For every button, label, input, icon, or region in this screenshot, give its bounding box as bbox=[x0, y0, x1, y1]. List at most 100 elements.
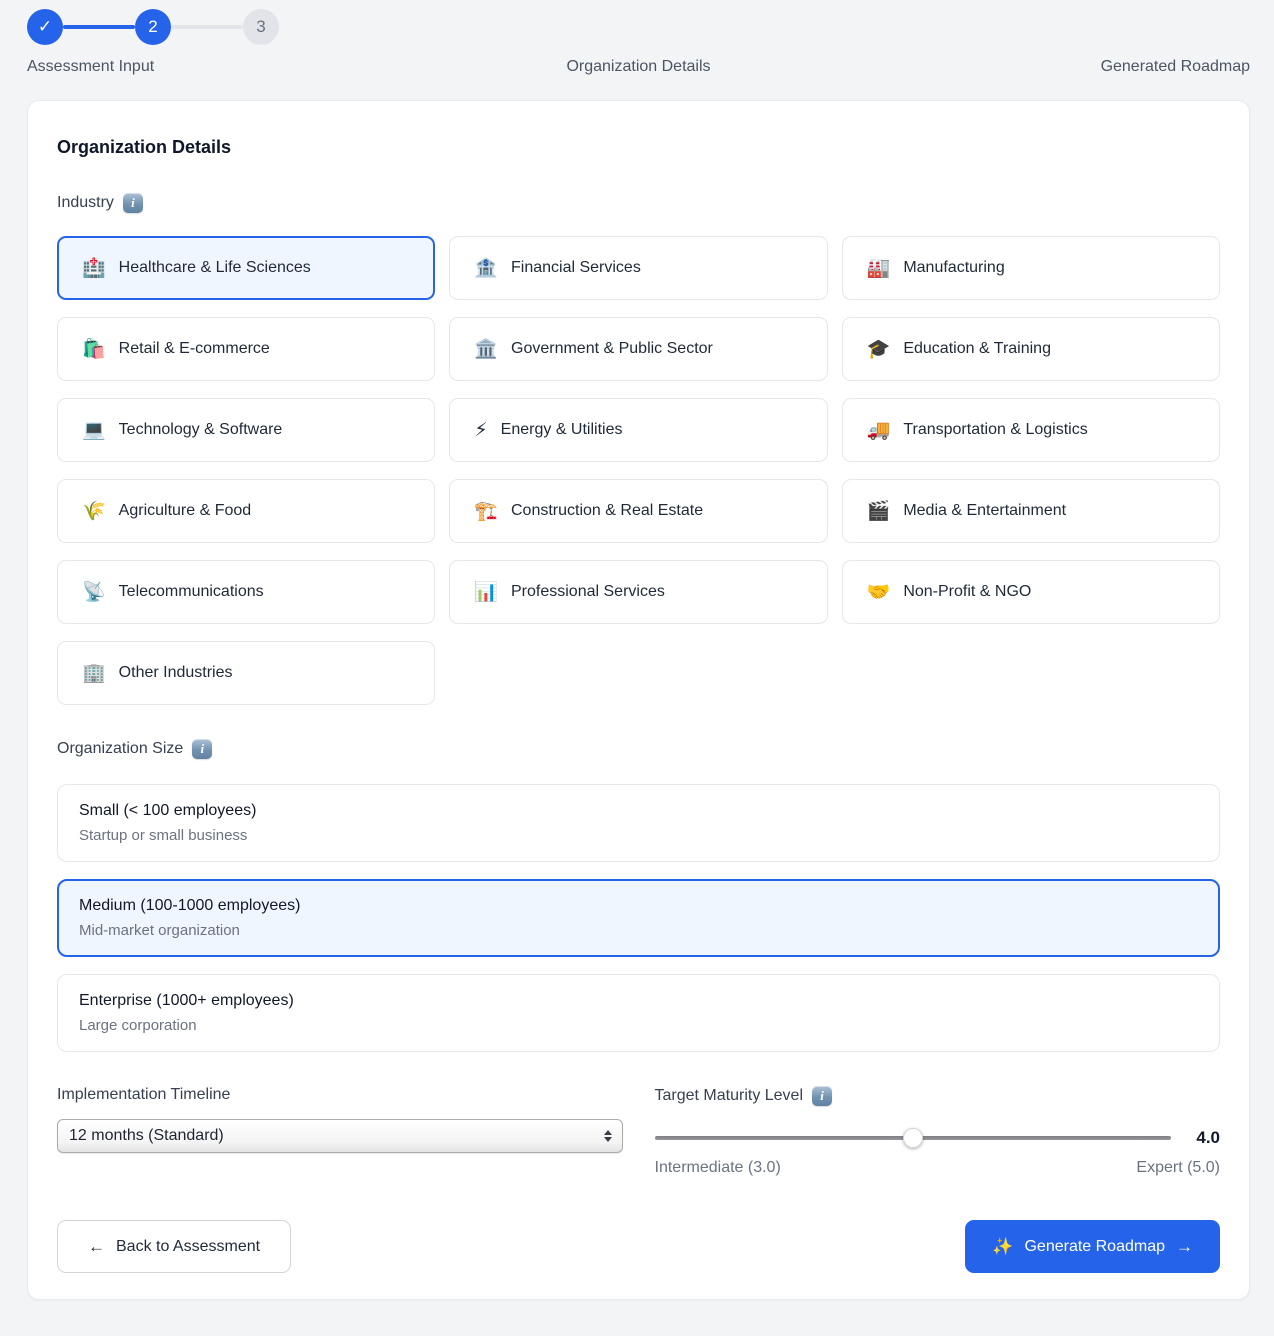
industry-option-label: Technology & Software bbox=[118, 421, 283, 438]
size-option-medium[interactable]: Medium (100-1000 employees) Mid-market o… bbox=[57, 879, 1220, 957]
stepper: ✓ 2 3 bbox=[27, 9, 1250, 45]
industry-option-label: Education & Training bbox=[903, 340, 1051, 357]
industry-option-label: Media & Entertainment bbox=[903, 502, 1067, 519]
step-3-label: Generated Roadmap bbox=[1100, 58, 1250, 75]
lightning-icon: ⚡ bbox=[474, 419, 488, 441]
size-option-subtitle: Large corporation bbox=[79, 1017, 197, 1034]
industry-label-text: Industry bbox=[57, 194, 114, 211]
industry-field-label: Industry i bbox=[57, 193, 1220, 213]
actions-row: ← Back to Assessment ✨ Generate Roadmap … bbox=[57, 1220, 1220, 1273]
industry-option-construction-real-estate[interactable]: 🏗️ Construction & Real Estate bbox=[449, 479, 828, 543]
info-icon[interactable]: i bbox=[122, 193, 143, 213]
size-option-subtitle: Startup or small business bbox=[79, 827, 248, 844]
industry-option-label: Manufacturing bbox=[903, 259, 1005, 276]
industry-option-agriculture-food[interactable]: 🌾 Agriculture & Food bbox=[57, 479, 436, 543]
industry-option-professional-services[interactable]: 📊 Professional Services bbox=[449, 560, 828, 624]
industry-option-retail-ecommerce[interactable]: 🛍️ Retail & E-commerce bbox=[57, 317, 436, 381]
timeline-label-text: Implementation Timeline bbox=[57, 1086, 231, 1103]
maturity-max-label: Expert (5.0) bbox=[1136, 1159, 1220, 1176]
maturity-column: Target Maturity Level i 4.0 Intermediate… bbox=[654, 1086, 1221, 1177]
generate-roadmap-button[interactable]: ✨ Generate Roadmap → bbox=[965, 1220, 1220, 1273]
industry-option-label: Energy & Utilities bbox=[500, 421, 623, 438]
organization-size-list: Small (< 100 employees) Startup or small… bbox=[57, 784, 1220, 1052]
classical-building-icon: 🏛️ bbox=[474, 338, 498, 360]
industry-option-government-public-sector[interactable]: 🏛️ Government & Public Sector bbox=[449, 317, 828, 381]
industry-option-label: Non-Profit & NGO bbox=[903, 583, 1032, 600]
step-2-indicator[interactable]: 2 bbox=[135, 9, 171, 45]
maturity-bounds: Intermediate (3.0) Expert (5.0) bbox=[655, 1159, 1221, 1177]
wheat-icon: 🌾 bbox=[82, 500, 106, 522]
industry-option-technology-software[interactable]: 💻 Technology & Software bbox=[57, 398, 436, 462]
office-building-icon: 🏢 bbox=[82, 662, 106, 684]
size-option-enterprise[interactable]: Enterprise (1000+ employees) Large corpo… bbox=[57, 974, 1220, 1052]
bar-chart-icon: 📊 bbox=[474, 581, 498, 603]
controls-row: Implementation Timeline 12 months (Stand… bbox=[57, 1086, 1220, 1177]
industry-option-label: Telecommunications bbox=[118, 583, 264, 600]
hospital-icon: 🏥 bbox=[82, 257, 106, 279]
maturity-slider-row: 4.0 bbox=[654, 1128, 1220, 1148]
step-connector-2-3 bbox=[171, 25, 243, 29]
industry-option-non-profit-ngo[interactable]: 🤝 Non-Profit & NGO bbox=[841, 560, 1220, 624]
truck-icon: 🚚 bbox=[866, 419, 891, 441]
maturity-min-label: Intermediate (3.0) bbox=[654, 1159, 781, 1176]
maturity-value: 4.0 bbox=[1196, 1128, 1220, 1147]
shopping-bags-icon: 🛍️ bbox=[82, 338, 106, 360]
step-3-indicator[interactable]: 3 bbox=[243, 9, 279, 45]
timeline-column: Implementation Timeline 12 months (Stand… bbox=[57, 1086, 623, 1177]
industry-option-transportation-logistics[interactable]: 🚚 Transportation & Logistics bbox=[841, 398, 1220, 462]
graduation-cap-icon: 🎓 bbox=[866, 338, 891, 360]
industry-option-label: Financial Services bbox=[511, 259, 641, 276]
step-1-label: Assessment Input bbox=[27, 58, 155, 75]
industry-option-manufacturing[interactable]: 🏭 Manufacturing bbox=[841, 236, 1220, 300]
right-arrow-icon: → bbox=[1176, 1237, 1193, 1256]
size-option-small[interactable]: Small (< 100 employees) Startup or small… bbox=[57, 784, 1220, 862]
industry-grid: 🏥 Healthcare & Life Sciences 🏦 Financial… bbox=[57, 236, 1220, 705]
step-connector-1-2 bbox=[63, 25, 135, 29]
factory-icon: 🏭 bbox=[866, 257, 891, 279]
left-arrow-icon: ← bbox=[88, 1237, 105, 1256]
satellite-dish-icon: 📡 bbox=[82, 581, 106, 603]
info-icon[interactable]: i bbox=[812, 1086, 833, 1106]
step-2-label: Organization Details bbox=[566, 58, 711, 75]
size-option-title: Small (< 100 employees) bbox=[79, 802, 257, 819]
handshake-icon: 🤝 bbox=[866, 581, 891, 603]
organization-size-field-label: Organization Size i bbox=[57, 739, 1220, 759]
timeline-select[interactable]: 12 months (Standard) bbox=[57, 1119, 623, 1153]
industry-option-education-training[interactable]: 🎓 Education & Training bbox=[841, 317, 1220, 381]
timeline-field-label: Implementation Timeline bbox=[57, 1086, 623, 1104]
page: ✓ 2 3 Assessment Input Organization Deta… bbox=[0, 0, 1274, 1316]
step-1-indicator[interactable]: ✓ bbox=[27, 9, 63, 45]
slider-thumb[interactable] bbox=[902, 1128, 923, 1148]
industry-option-label: Agriculture & Food bbox=[118, 502, 252, 519]
back-to-assessment-button[interactable]: ← Back to Assessment bbox=[57, 1220, 292, 1273]
laptop-icon: 💻 bbox=[82, 419, 106, 441]
maturity-field-label: Target Maturity Level i bbox=[655, 1086, 1221, 1106]
back-button-label: Back to Assessment bbox=[116, 1237, 261, 1255]
generate-button-label: Generate Roadmap bbox=[1024, 1237, 1165, 1255]
industry-option-media-entertainment[interactable]: 🎬 Media & Entertainment bbox=[841, 479, 1220, 543]
industry-option-healthcare-life-sciences[interactable]: 🏥 Healthcare & Life Sciences bbox=[57, 236, 436, 300]
industry-option-label: Retail & E-commerce bbox=[118, 340, 270, 357]
size-option-title: Enterprise (1000+ employees) bbox=[79, 992, 294, 1009]
industry-option-label: Other Industries bbox=[118, 664, 233, 681]
bank-icon: 🏦 bbox=[474, 257, 498, 279]
industry-option-label: Transportation & Logistics bbox=[903, 421, 1088, 438]
maturity-slider[interactable] bbox=[654, 1128, 1171, 1148]
stepper-labels: Assessment Input Organization Details Ge… bbox=[27, 58, 1250, 78]
organization-size-label-text: Organization Size bbox=[57, 740, 184, 757]
industry-option-telecommunications[interactable]: 📡 Telecommunications bbox=[57, 560, 436, 624]
clapperboard-icon: 🎬 bbox=[866, 500, 891, 522]
size-option-subtitle: Mid-market organization bbox=[79, 922, 240, 939]
industry-option-energy-utilities[interactable]: ⚡ Energy & Utilities bbox=[449, 398, 828, 462]
card-title: Organization Details bbox=[57, 137, 232, 157]
organization-details-card: Organization Details Industry i 🏥 Health… bbox=[27, 100, 1250, 1300]
industry-option-other-industries[interactable]: 🏢 Other Industries bbox=[57, 641, 436, 705]
crane-icon: 🏗️ bbox=[474, 500, 498, 522]
industry-option-label: Professional Services bbox=[511, 583, 665, 600]
info-icon[interactable]: i bbox=[192, 739, 213, 759]
size-option-title: Medium (100-1000 employees) bbox=[79, 897, 301, 914]
industry-option-financial-services[interactable]: 🏦 Financial Services bbox=[449, 236, 828, 300]
maturity-label-text: Target Maturity Level bbox=[654, 1087, 804, 1104]
industry-option-label: Government & Public Sector bbox=[511, 340, 713, 357]
sparkles-icon: ✨ bbox=[992, 1237, 1014, 1256]
